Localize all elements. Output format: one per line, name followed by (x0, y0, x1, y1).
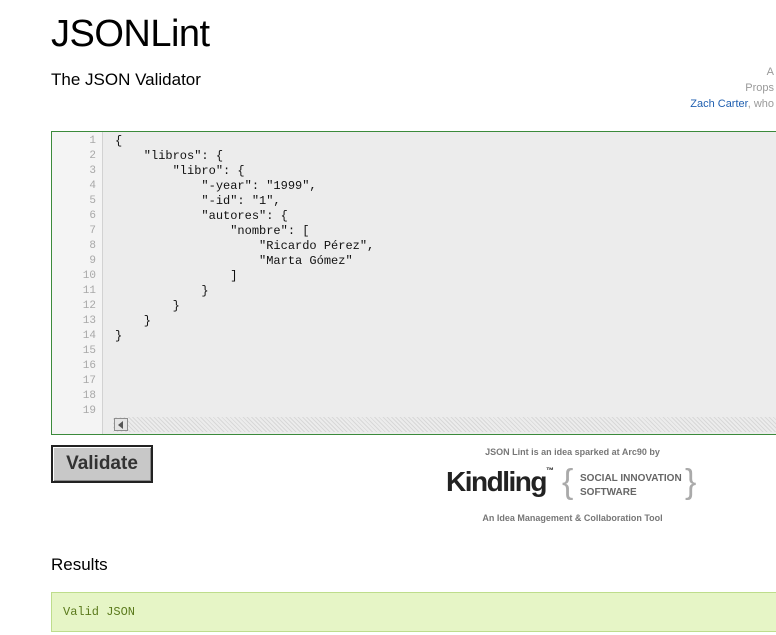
line-number: 14 (82, 330, 96, 342)
json-editor[interactable]: 1 2 3 4 5 6 7 8 9 10 11 12 13 14 15 16 1… (51, 131, 776, 435)
code-line: } (115, 329, 123, 343)
line-number: 19 (82, 405, 96, 417)
line-number: 18 (82, 390, 96, 402)
results-message: Valid JSON (63, 605, 136, 619)
code-line: ] (115, 269, 238, 283)
trademark-mark: ™ (545, 466, 554, 475)
credits-line-2: Props (745, 82, 774, 94)
code-line: "-id": "1", (115, 194, 281, 208)
results-heading: Results (51, 555, 108, 574)
tagline-line-2: SOFTWARE (580, 487, 637, 498)
credits-line-3: Zach Carter, who (690, 96, 774, 112)
credits: A Props Zach Carter, who (690, 64, 774, 112)
line-number: 15 (82, 345, 96, 357)
code-line: "libros": { (115, 149, 224, 163)
scroll-left-arrow-icon[interactable] (114, 418, 128, 431)
line-number: 3 (89, 165, 96, 177)
line-number: 2 (89, 150, 96, 162)
line-number: 12 (82, 300, 96, 312)
sponsor-description: An Idea Management & Collaboration Tool (482, 513, 663, 523)
code-line: } (115, 284, 209, 298)
line-number: 11 (82, 285, 96, 297)
credits-rest: , who (747, 98, 774, 110)
kindling-logo[interactable]: Kindling™ (446, 466, 554, 498)
results-box: Valid JSON (51, 592, 776, 632)
right-brace-icon: } (685, 463, 697, 501)
left-brace-icon: { (562, 463, 574, 501)
code-line: "Ricardo Pérez", (115, 239, 375, 253)
line-number: 5 (89, 195, 96, 207)
sponsor-block: JSON Lint is an idea sparked at Arc90 by… (440, 444, 705, 529)
line-number: 4 (89, 180, 96, 192)
validate-button[interactable]: Validate (51, 445, 153, 483)
code-line: { (115, 134, 123, 148)
sponsor-tagline: SOCIAL INNOVATION SOFTWARE (580, 472, 682, 500)
line-number: 1 (89, 135, 96, 147)
line-number: 17 (82, 375, 96, 387)
code-line: "nombre": [ (115, 224, 310, 238)
line-number: 16 (82, 360, 96, 372)
line-number: 9 (89, 255, 96, 267)
kindling-logo-text: Kindling (446, 466, 547, 497)
line-number: 6 (89, 210, 96, 222)
code-line: "-year": "1999", (115, 179, 317, 193)
code-line: "Marta Gómez" (115, 254, 353, 268)
page-subtitle: The JSON Validator (51, 70, 201, 89)
code-line: } (115, 299, 180, 313)
line-number-gutter: 1 2 3 4 5 6 7 8 9 10 11 12 13 14 15 16 1… (52, 132, 103, 434)
credits-line-1: A (766, 66, 774, 78)
tagline-line-1: SOCIAL INNOVATION (580, 473, 682, 484)
line-number: 10 (82, 270, 96, 282)
code-line: } (115, 314, 152, 328)
code-line: "autores": { (115, 209, 288, 223)
code-line: "libro": { (115, 164, 245, 178)
sponsor-intro: JSON Lint is an idea sparked at Arc90 by (485, 447, 660, 457)
horizontal-scrollbar[interactable] (113, 417, 776, 432)
line-number: 7 (89, 225, 96, 237)
line-number: 13 (82, 315, 96, 327)
line-number: 8 (89, 240, 96, 252)
page-title: JSONLint (51, 13, 210, 55)
author-link[interactable]: Zach Carter (690, 98, 747, 110)
